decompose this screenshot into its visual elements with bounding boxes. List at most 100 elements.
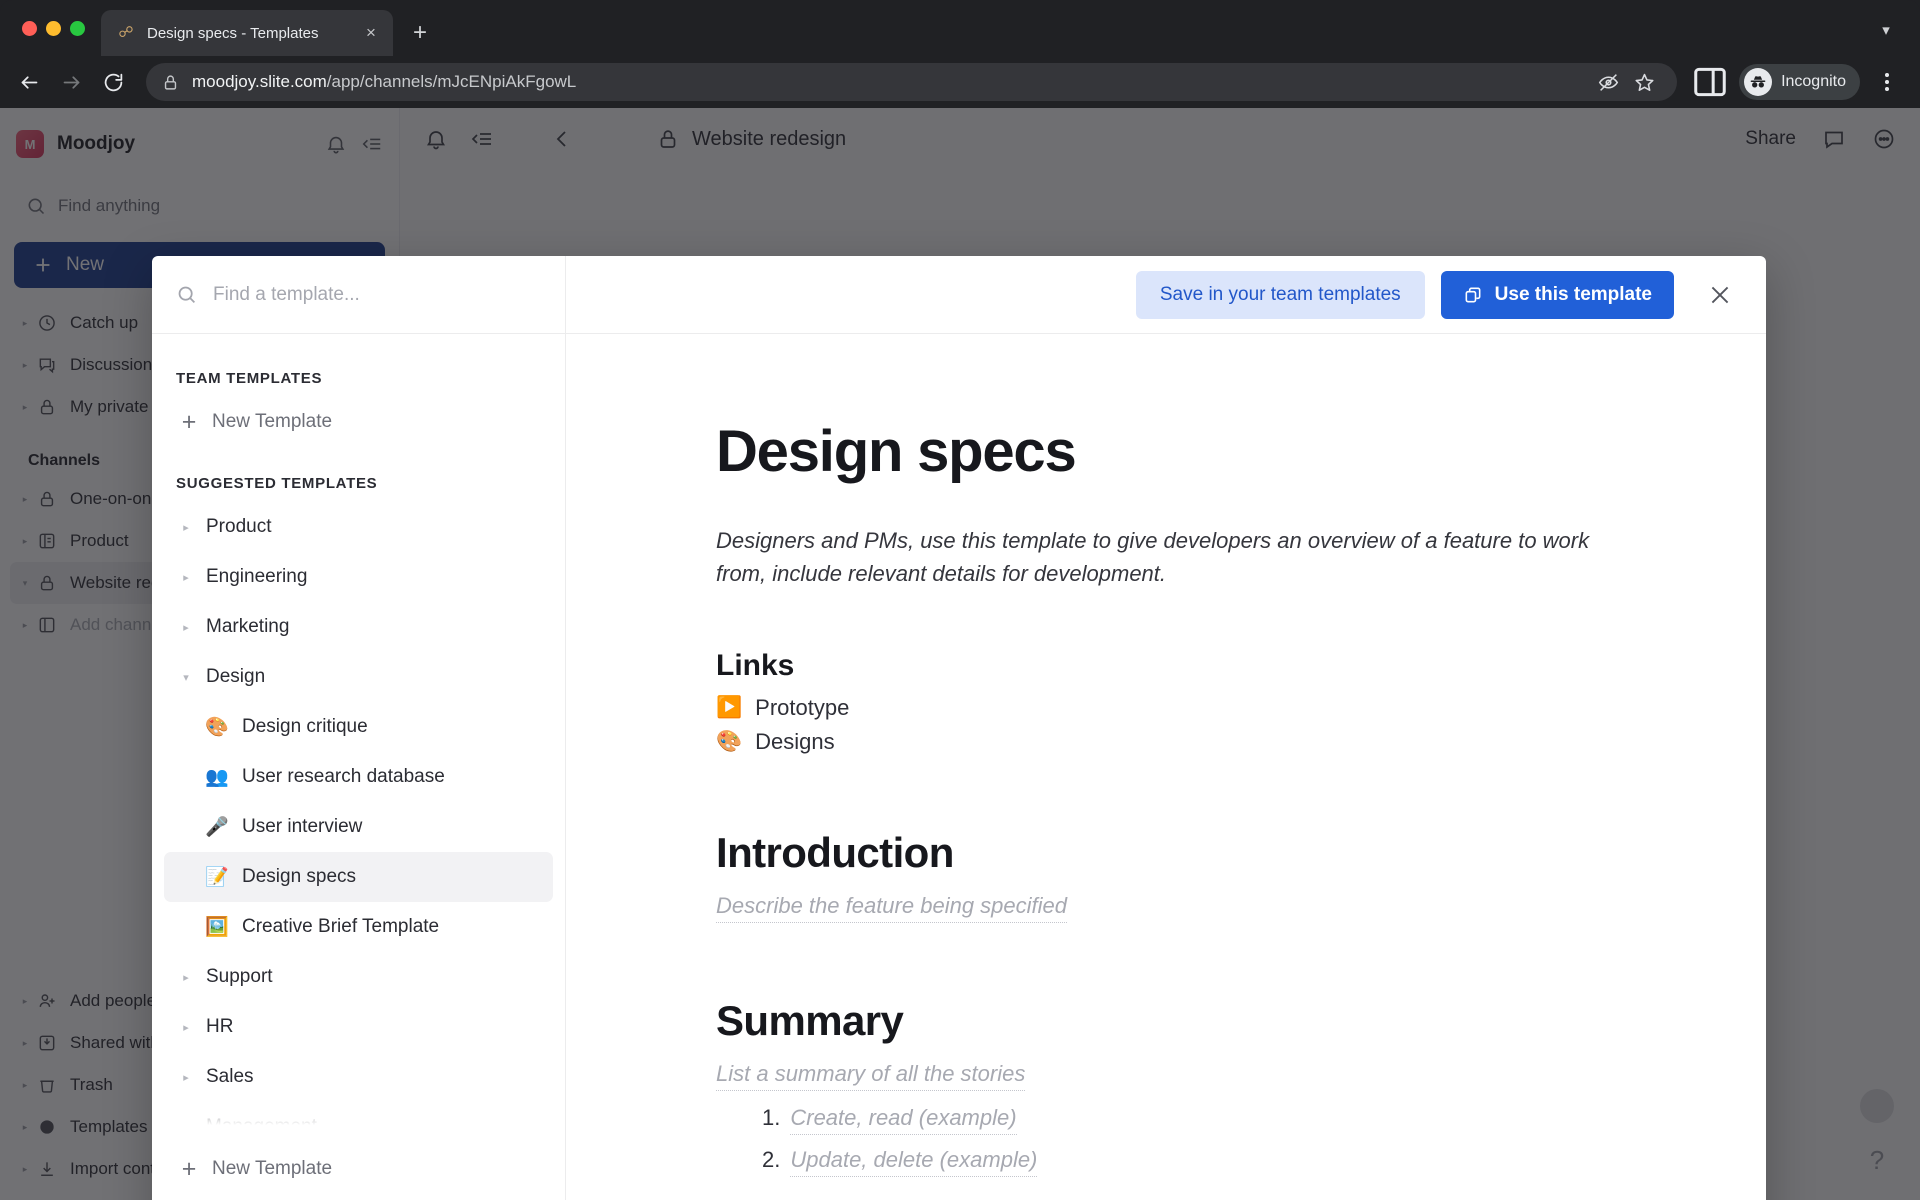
chevron-down-icon[interactable]: ▾ — [1866, 10, 1906, 50]
side-panel-icon[interactable] — [1691, 63, 1729, 101]
template-preview[interactable]: Design specs Designers and PMs, use this… — [566, 334, 1766, 1200]
caret-right-icon: ▸ — [183, 571, 189, 584]
eye-off-icon[interactable] — [1591, 65, 1625, 99]
give-feedback-button[interactable]: Give feedback — [164, 1194, 553, 1200]
slite-favicon-icon: ☍ — [118, 24, 134, 41]
search-input[interactable] — [213, 283, 533, 306]
new-template-label: New Template — [212, 411, 333, 432]
caret-right-icon: ▸ — [183, 971, 189, 984]
category-design[interactable]: ▾ Design — [164, 652, 553, 702]
use-this-template-button[interactable]: Use this template — [1440, 270, 1674, 319]
template-title: Design specs — [716, 419, 1077, 484]
close-icon — [1711, 286, 1729, 303]
template-sidebar-footer: + New Template Give feedback — [152, 1138, 565, 1200]
template-label: Design specs — [242, 866, 357, 887]
omnibox-actions — [1591, 65, 1661, 99]
category-product[interactable]: ▸ Product — [164, 502, 553, 552]
memo-icon: 📝 — [205, 867, 229, 888]
category-management[interactable]: ▸ Management — [164, 1102, 553, 1138]
template-sidebar: TEAM TEMPLATES + New Template SUGGESTED … — [152, 334, 566, 1200]
link-designs[interactable]: 🎨 Designs — [716, 729, 1616, 755]
reload-button[interactable] — [94, 63, 132, 101]
category-label: Engineering — [206, 566, 308, 587]
close-window-button[interactable] — [22, 20, 37, 36]
url-path: /app/channels/mJcENpiAkFgowL — [326, 72, 577, 91]
new-template-button-top[interactable]: + New Template — [164, 397, 553, 447]
caret-right-icon: ▸ — [183, 1021, 189, 1034]
category-support[interactable]: ▸ Support — [164, 952, 553, 1002]
framed-picture-icon: 🖼️ — [205, 917, 229, 938]
save-in-team-templates-button[interactable]: Save in your team templates — [1135, 270, 1425, 319]
summary-list: 1. Create, read (example) 2. Update, del… — [762, 1105, 1616, 1177]
close-tab-icon[interactable]: × — [359, 21, 383, 45]
browser-tab[interactable]: ☍ Design specs - Templates × — [101, 10, 393, 56]
introduction-placeholder: Describe the feature being specified — [716, 893, 1067, 923]
plus-icon: + — [181, 1154, 197, 1183]
list-text: Update, delete (example) — [790, 1147, 1038, 1177]
profile-label: Incognito — [1781, 73, 1846, 90]
template-design-specs[interactable]: 📝 Design specs — [164, 852, 553, 902]
url-text: moodjoy.slite.com/app/channels/mJcENpiAk… — [192, 72, 576, 92]
list-item: 2. Update, delete (example) — [762, 1147, 1616, 1177]
category-label: HR — [206, 1016, 234, 1037]
summary-body: List a summary of all the stories — [716, 1061, 1616, 1091]
three-dot-menu-icon[interactable] — [1868, 63, 1906, 101]
profile-chip[interactable]: Incognito — [1739, 64, 1860, 100]
minimize-window-button[interactable] — [46, 20, 61, 36]
template-description: Designers and PMs, use this template to … — [716, 527, 1590, 587]
caret-down-icon: ▾ — [183, 671, 189, 684]
template-design-critique[interactable]: 🎨 Design critique — [164, 702, 553, 752]
links-heading: Links — [716, 648, 795, 682]
caret-right-icon: ▸ — [183, 1071, 189, 1084]
caret-right-icon: ▸ — [183, 521, 189, 534]
incognito-icon — [1744, 68, 1773, 96]
summary-placeholder: List a summary of all the stories — [716, 1061, 1026, 1091]
use-this-template-label: Use this template — [1494, 283, 1652, 305]
link-prototype[interactable]: ▶️ Prototype — [716, 695, 1616, 721]
introduction-heading: Introduction — [716, 828, 954, 876]
template-user-interview[interactable]: 🎤 User interview — [164, 802, 553, 852]
template-search[interactable] — [152, 256, 566, 333]
category-label: Sales — [206, 1066, 254, 1087]
plus-icon: + — [181, 407, 197, 436]
category-label: Marketing — [206, 616, 290, 637]
play-button-icon: ▶️ — [716, 695, 743, 719]
category-label: Support — [206, 966, 273, 987]
browser-chrome: ☍ Design specs - Templates × + ▾ moodjoy… — [0, 0, 1920, 108]
suggested-templates-heading: SUGGESTED TEMPLATES — [176, 475, 378, 492]
copy-icon — [1465, 287, 1481, 302]
template-creative-brief[interactable]: 🖼️ Creative Brief Template — [164, 902, 553, 952]
template-label: User interview — [242, 816, 363, 837]
back-button[interactable] — [10, 63, 48, 101]
list-text: Create, read (example) — [790, 1105, 1017, 1135]
category-sales[interactable]: ▸ Sales — [164, 1052, 553, 1102]
maximize-window-button[interactable] — [70, 20, 85, 36]
category-engineering[interactable]: ▸ Engineering — [164, 552, 553, 602]
window-traffic-lights — [14, 0, 101, 56]
template-preview-content: Design specs Designers and PMs, use this… — [716, 420, 1616, 1200]
menu-dot — [1885, 80, 1889, 84]
new-template-label: New Template — [212, 1158, 333, 1179]
template-list-scroll[interactable]: TEAM TEMPLATES + New Template SUGGESTED … — [152, 356, 565, 1138]
category-marketing[interactable]: ▸ Marketing — [164, 602, 553, 652]
category-label: Product — [206, 516, 272, 537]
modal-actions: Save in your team templates Use this tem… — [566, 256, 1766, 333]
template-label: Creative Brief Template — [242, 916, 440, 937]
new-tab-button[interactable]: + — [403, 16, 437, 50]
new-template-button-bottom[interactable]: + New Template — [164, 1144, 553, 1194]
link-label: Designs — [755, 728, 835, 754]
category-hr[interactable]: ▸ HR — [164, 1002, 553, 1052]
introduction-body: Describe the feature being specified — [716, 893, 1616, 923]
modal-topbar: Save in your team templates Use this tem… — [152, 256, 1766, 334]
team-templates-heading: TEAM TEMPLATES — [176, 370, 323, 387]
summary-heading: Summary — [716, 996, 904, 1044]
star-icon[interactable] — [1627, 65, 1661, 99]
forward-button[interactable] — [52, 63, 90, 101]
template-user-research-database[interactable]: 👥 User research database — [164, 752, 553, 802]
address-bar[interactable]: moodjoy.slite.com/app/channels/mJcENpiAk… — [146, 63, 1678, 101]
list-number: 1. — [762, 1104, 781, 1130]
close-modal-button[interactable] — [1698, 273, 1742, 317]
link-label: Prototype — [755, 694, 850, 720]
tab-strip: ☍ Design specs - Templates × + ▾ — [0, 0, 1920, 56]
tab-title: Design specs - Templates — [147, 24, 319, 42]
